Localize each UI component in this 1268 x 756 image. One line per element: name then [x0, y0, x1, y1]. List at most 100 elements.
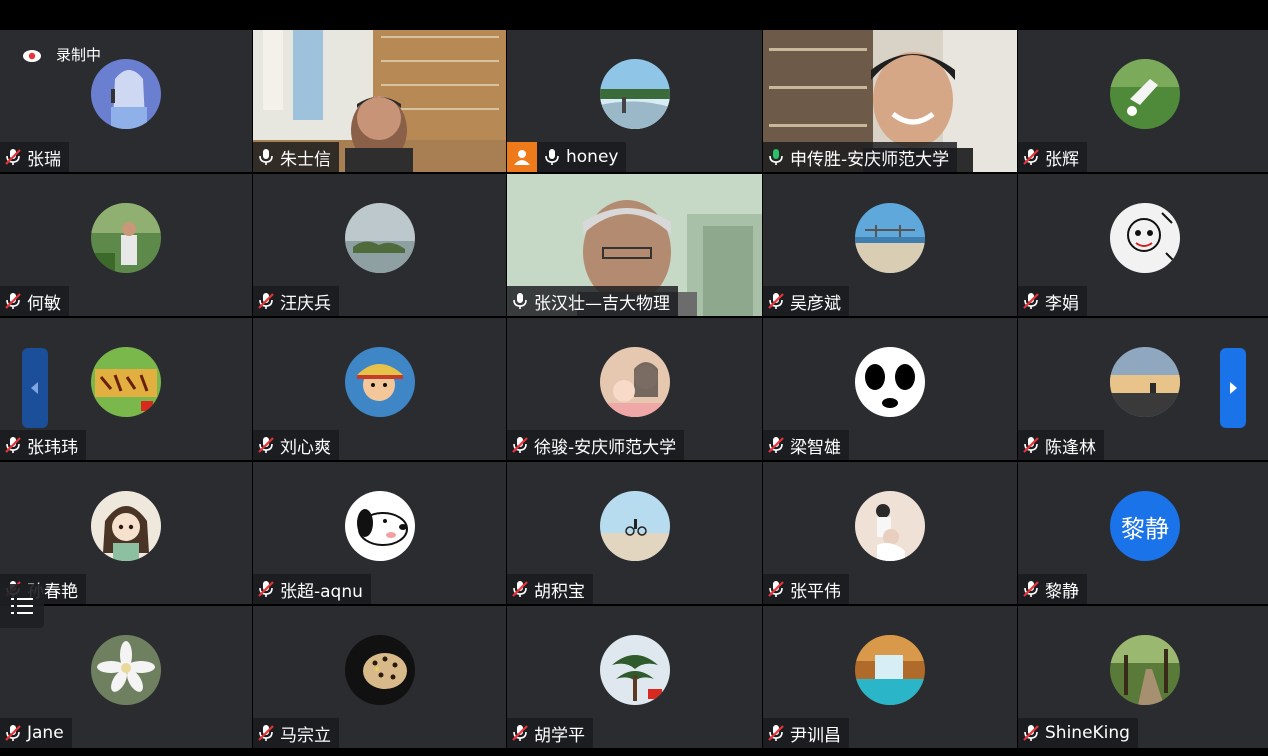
participant-name: 刘心爽	[280, 437, 331, 458]
mic-muted-icon	[258, 293, 274, 309]
name-tag: 徐骏-安庆师范大学	[507, 430, 685, 460]
participant-name: 尹训昌	[790, 725, 841, 746]
participant-name: 申传胜-安庆师范大学	[790, 149, 950, 170]
recording-indicator: 录制中	[22, 44, 101, 65]
host-user-icon	[514, 150, 530, 165]
participant-tile[interactable]: 吴彦斌	[763, 174, 1017, 316]
avatar	[855, 635, 925, 705]
chevron-right-icon	[1230, 382, 1237, 394]
mic-muted-icon	[258, 725, 274, 741]
participant-list-button[interactable]	[0, 584, 44, 628]
participant-tile[interactable]: 徐骏-安庆师范大学	[507, 318, 762, 460]
cyclist-beach-photo	[599, 491, 670, 561]
anime-girl-photo	[91, 491, 161, 561]
mic-muted-icon	[5, 725, 21, 741]
name-tag: 张瑞	[0, 142, 69, 172]
participant-name: 张超-aqnu	[280, 581, 363, 602]
pine-tree-photo	[599, 635, 670, 705]
name-tag: 陈逢林	[1018, 430, 1104, 460]
participant-name: 何敏	[27, 293, 61, 314]
participant-tile[interactable]: 孙春艳	[0, 462, 252, 604]
participant-tile[interactable]: 尹训昌	[763, 606, 1017, 748]
participant-tile[interactable]: 黎静 黎静	[1018, 462, 1268, 604]
mic-muted-icon	[258, 581, 274, 597]
mic-muted-icon	[1023, 437, 1039, 453]
name-tag: 张汉壮—吉大物理	[507, 286, 678, 316]
participant-tile[interactable]: 张平伟	[763, 462, 1017, 604]
participant-name: ShineKing	[1045, 723, 1130, 743]
participant-tile[interactable]: 张汉壮—吉大物理	[507, 174, 762, 316]
snoopy-photo	[344, 491, 415, 561]
name-tag: 李娟	[1018, 286, 1087, 316]
participant-tile[interactable]: 马宗立	[253, 606, 506, 748]
avatar	[91, 59, 161, 129]
participant-name: honey	[566, 147, 619, 167]
participant-tile[interactable]: 李娟	[1018, 174, 1268, 316]
mic-muted-icon	[768, 581, 784, 597]
participant-name: 吴彦斌	[790, 293, 841, 314]
avatar	[1110, 59, 1180, 129]
avatar	[599, 347, 670, 417]
avatar	[855, 203, 925, 273]
participant-grid: 张瑞 朱士信 honey 申传胜-安庆师范大学 张辉何敏 汪庆兵 张汉壮—吉大物理 吴彦斌 李娟…	[0, 30, 1268, 748]
avatar	[1110, 203, 1180, 273]
mother-baby-photo	[599, 347, 670, 417]
avatar	[91, 347, 161, 417]
calligraphy-sign-photo	[91, 347, 161, 417]
mic-muted-icon	[5, 293, 21, 309]
avatar	[599, 635, 670, 705]
name-tag: 何敏	[0, 286, 69, 316]
participant-tile[interactable]: ShineKing	[1018, 606, 1268, 748]
host-badge	[507, 142, 537, 172]
participant-tile[interactable]: 汪庆兵	[253, 174, 506, 316]
soccer-field-photo	[1110, 59, 1180, 129]
mic-muted-icon	[258, 437, 274, 453]
participant-tile[interactable]: 梁智雄	[763, 318, 1017, 460]
name-tag: 吴彦斌	[763, 286, 849, 316]
wedding-couple-photo	[855, 491, 925, 561]
participant-tile[interactable]: 申传胜-安庆师范大学	[763, 30, 1017, 172]
participant-name: 徐骏-安庆师范大学	[534, 437, 677, 458]
participant-name: 汪庆兵	[280, 293, 331, 314]
participant-tile[interactable]: 张超-aqnu	[253, 462, 506, 604]
list-icon	[11, 598, 33, 614]
participant-name: 胡积宝	[534, 581, 585, 602]
mic-muted-icon	[768, 293, 784, 309]
participant-tile[interactable]: 朱士信	[253, 30, 506, 172]
participant-tile[interactable]: 何敏	[0, 174, 252, 316]
participant-tile[interactable]: 胡积宝	[507, 462, 762, 604]
waterfall-photo	[599, 59, 670, 129]
participant-name: 黎静	[1045, 581, 1079, 602]
mic-muted-icon	[1023, 581, 1039, 597]
forest-path-photo	[1110, 635, 1180, 705]
participant-tile[interactable]: honey	[507, 30, 762, 172]
girl-microphone-photo	[91, 59, 161, 129]
participant-name: 陈逢林	[1045, 437, 1096, 458]
avatar	[344, 491, 415, 561]
participant-name: 梁智雄	[790, 437, 841, 458]
avatar	[1110, 347, 1180, 417]
mic-icon	[545, 149, 559, 165]
recording-cloud-icon	[23, 49, 41, 62]
lake-islands-photo	[344, 203, 415, 273]
panda-face-photo	[855, 347, 925, 417]
avatar	[91, 491, 161, 561]
name-tag: 张平伟	[763, 574, 849, 604]
white-flower-photo	[91, 635, 161, 705]
previous-page-button[interactable]	[22, 348, 48, 428]
next-page-button[interactable]	[1220, 348, 1246, 428]
participant-name: 李娟	[1045, 293, 1079, 314]
participant-tile[interactable]: 张辉	[1018, 30, 1268, 172]
participant-name: 张玮玮	[27, 437, 78, 458]
avatar	[599, 491, 670, 561]
name-tag: 黎静	[1018, 574, 1087, 604]
mic-muted-icon	[1023, 149, 1039, 165]
avatar	[344, 347, 415, 417]
name-tag: 汪庆兵	[253, 286, 339, 316]
bridge-beach-photo	[855, 203, 925, 273]
mic-muted-icon	[5, 437, 21, 453]
participant-tile[interactable]: 胡学平	[507, 606, 762, 748]
mic-muted-icon	[1023, 293, 1039, 309]
waterfall-pool-photo	[855, 635, 925, 705]
participant-tile[interactable]: 刘心爽	[253, 318, 506, 460]
